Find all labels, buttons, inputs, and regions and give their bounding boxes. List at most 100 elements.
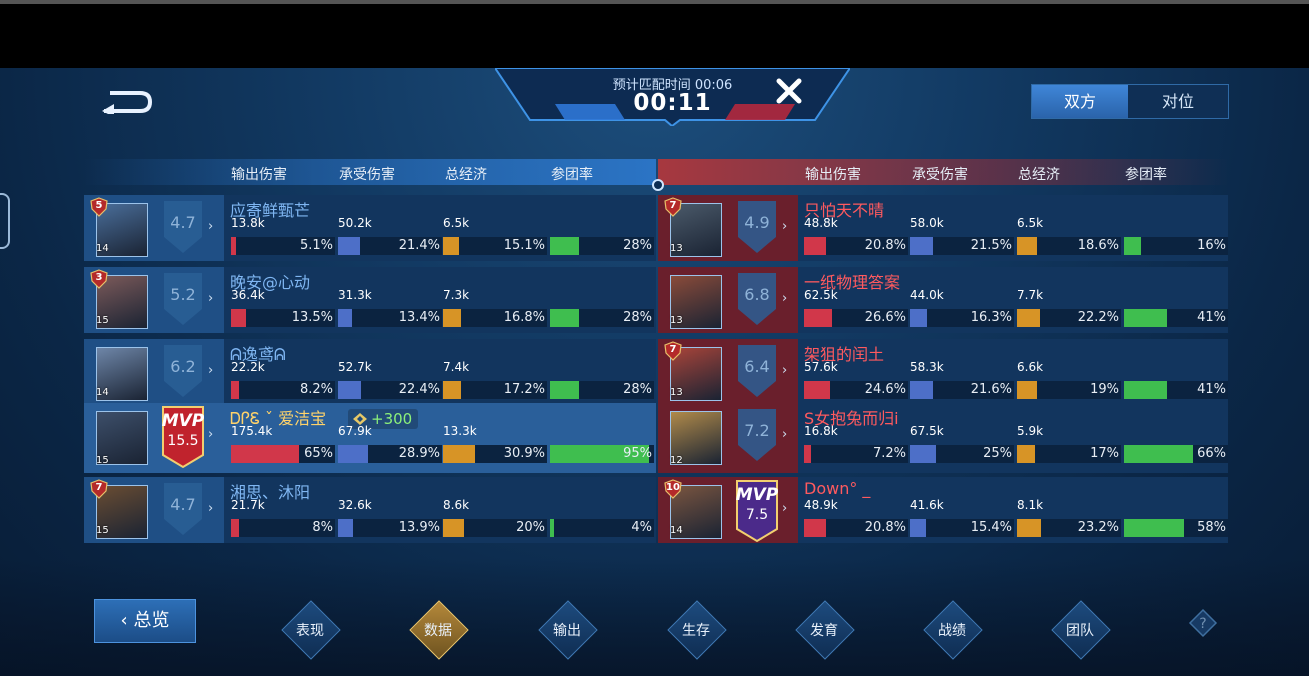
- stat-value: 50.2k: [338, 216, 372, 230]
- gold-stat: 8.6k 20%: [443, 477, 547, 545]
- score-shield-icon: 6.4: [736, 343, 778, 399]
- tab-4[interactable]: 发育: [795, 600, 855, 660]
- chevron-right-icon[interactable]: ›: [208, 501, 213, 516]
- stat-bar-fill: [1124, 381, 1167, 399]
- back-arrow-icon[interactable]: [100, 88, 154, 114]
- player-portrait-area[interactable]: 12 7.2 ›: [658, 403, 798, 473]
- stat-bar-track: 16%: [1124, 237, 1228, 255]
- stat-percent: 41%: [1197, 382, 1226, 397]
- player-portrait-area[interactable]: 15 7 4.7 ›: [84, 477, 224, 543]
- stat-bar-track: 17.2%: [443, 381, 547, 399]
- hero-level: 15: [96, 525, 109, 536]
- stat-bar-track: 66%: [1124, 445, 1228, 463]
- stat-percent: 30.9%: [503, 446, 545, 461]
- tab-3[interactable]: 生存: [667, 600, 727, 660]
- hero-level: 15: [96, 315, 109, 326]
- stat-percent: 95%: [623, 446, 652, 461]
- background-ground: [0, 558, 1309, 676]
- tab-0[interactable]: 表现: [281, 600, 341, 660]
- right-col-gold: 总经济: [1018, 167, 1060, 183]
- chevron-right-icon[interactable]: ›: [782, 427, 787, 442]
- stat-percent: 7.2%: [872, 446, 906, 461]
- stat-bar-track: 15.4%: [910, 519, 1014, 537]
- hero-level: 13: [670, 315, 683, 326]
- stat-percent: 66%: [1197, 446, 1226, 461]
- stat-bar-fill: [443, 519, 464, 537]
- tab-label: 数据: [424, 623, 452, 639]
- player-portrait-area[interactable]: 15 3 5.2 ›: [84, 267, 224, 333]
- stat-bar-fill: [443, 309, 461, 327]
- mvp-label: MVP: [735, 485, 779, 505]
- chevron-right-icon[interactable]: ›: [782, 219, 787, 234]
- chevron-right-icon[interactable]: ›: [208, 427, 213, 442]
- gold-stat: 6.6k 19%: [1017, 339, 1121, 407]
- player-portrait-area[interactable]: 14 5 4.7 ›: [84, 195, 224, 261]
- stat-bar-track: 7.2%: [804, 445, 908, 463]
- stat-value: 48.9k: [804, 498, 838, 512]
- left-col-damage: 输出伤害: [231, 167, 287, 183]
- player-portrait-area[interactable]: 14 6.2 ›: [84, 339, 224, 405]
- mvp-badge-icon: MVP 7.5: [731, 479, 783, 543]
- stat-percent: 28%: [623, 310, 652, 325]
- player-portrait-area[interactable]: 13 7 4.9 ›: [658, 195, 798, 261]
- tab-5[interactable]: 战绩: [923, 600, 983, 660]
- toggle-matchup[interactable]: 对位: [1130, 85, 1226, 118]
- rank-number: 5: [95, 200, 103, 211]
- side-panel-handle[interactable]: [0, 193, 10, 249]
- stat-percent: 17.2%: [503, 382, 545, 397]
- chevron-right-icon[interactable]: ›: [208, 219, 213, 234]
- player-portrait-area[interactable]: 13 7 6.4 ›: [658, 339, 798, 405]
- chevron-right-icon[interactable]: ›: [782, 363, 787, 378]
- stat-percent: 13.5%: [291, 310, 333, 325]
- stat-percent: 21.6%: [970, 382, 1012, 397]
- stat-value: 21.7k: [231, 498, 265, 512]
- tab-1[interactable]: 数据: [409, 600, 469, 660]
- close-icon[interactable]: [774, 76, 804, 106]
- player-score: 6.2: [170, 357, 196, 376]
- help-icon[interactable]: ?: [1188, 608, 1218, 638]
- chevron-right-icon[interactable]: ›: [208, 363, 213, 378]
- overview-button[interactable]: ‹ 总览: [94, 599, 196, 643]
- stat-percent: 24.6%: [864, 382, 906, 397]
- player-score: 4.7: [170, 495, 196, 514]
- stat-bar-fill: [550, 237, 580, 255]
- stat-percent: 19%: [1090, 382, 1119, 397]
- gold-stat: 7.7k 22.2%: [1017, 267, 1121, 335]
- stat-bar-track: 8%: [231, 519, 335, 537]
- stat-bar-fill: [1124, 309, 1167, 327]
- hero-level: 14: [96, 387, 109, 398]
- rank-number: 10: [666, 482, 680, 493]
- stat-bar-track: 21.4%: [338, 237, 442, 255]
- stat-bar-track: 8.2%: [231, 381, 335, 399]
- player-portrait-area[interactable]: 14 10 MVP 7.5 ›: [658, 477, 798, 543]
- stat-value: 13.3k: [443, 424, 477, 438]
- participation-stat: 28%: [550, 195, 654, 263]
- stat-value: 32.6k: [338, 498, 372, 512]
- stat-percent: 58%: [1197, 520, 1226, 535]
- stat-bar-track: 28%: [550, 309, 654, 327]
- participation-stat: 66%: [1124, 403, 1228, 471]
- stat-percent: 21.4%: [398, 238, 440, 253]
- player-portrait-area[interactable]: 15 MVP 15.5 ›: [84, 403, 224, 473]
- stat-bar-track: 21.6%: [910, 381, 1014, 399]
- chevron-right-icon[interactable]: ›: [782, 501, 787, 516]
- chevron-right-icon[interactable]: ›: [782, 291, 787, 306]
- tab-6[interactable]: 团队: [1051, 600, 1111, 660]
- chevron-right-icon[interactable]: ›: [208, 291, 213, 306]
- stat-value: 36.4k: [231, 288, 265, 302]
- stat-bar-fill: [910, 445, 936, 463]
- player-portrait-area[interactable]: 13 6.8 ›: [658, 267, 798, 333]
- tab-label: 战绩: [938, 623, 966, 639]
- participation-stat: 4%: [550, 477, 654, 545]
- participation-stat: 58%: [1124, 477, 1228, 545]
- hero-level: 13: [670, 243, 683, 254]
- right-col-participation: 参团率: [1125, 167, 1167, 183]
- participation-stat: 95%: [550, 403, 654, 471]
- tab-2[interactable]: 输出: [538, 600, 598, 660]
- stat-bar-fill: [1124, 445, 1193, 463]
- stat-bar-fill: [804, 309, 833, 327]
- taken-stat: 44.0k 16.3%: [910, 267, 1014, 335]
- toggle-both-sides[interactable]: 双方: [1032, 85, 1128, 118]
- stat-bar-track: 58%: [1124, 519, 1228, 537]
- stat-percent: 41%: [1197, 310, 1226, 325]
